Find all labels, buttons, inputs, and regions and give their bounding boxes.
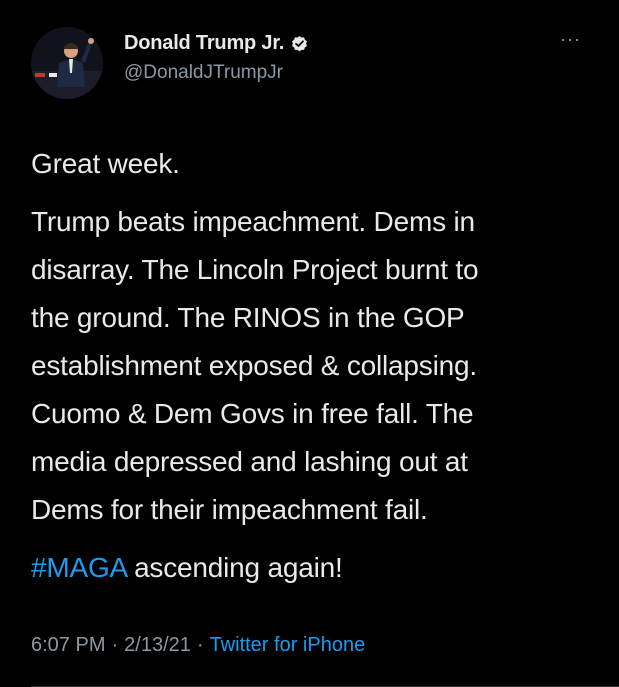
avatar[interactable] — [31, 27, 103, 99]
tweet-paragraph-3-text: ascending again! — [126, 552, 343, 583]
tweet-time[interactable]: 6:07 PM — [31, 634, 105, 657]
verified-badge-icon — [290, 34, 309, 53]
tweet-line: disarray. The Lincoln Project burnt to — [31, 254, 479, 285]
hashtag-link[interactable]: #MAGA — [31, 552, 127, 583]
tweet-line: Trump beats impeachment. Dems in — [31, 206, 475, 237]
tweet-line: the ground. The RINOS in the GOP — [31, 302, 465, 333]
tweet-line: Dems for their impeachment fail. — [31, 494, 428, 525]
tweet-text: Great week. Trump beats impeachment. Dem… — [31, 140, 591, 602]
name-row: Donald Trump Jr. — [124, 32, 309, 55]
more-options-icon[interactable]: ··· — [560, 30, 581, 48]
tweet-source-link[interactable]: Twitter for iPhone — [210, 634, 366, 657]
tweet-line: media depressed and lashing out at — [31, 446, 468, 477]
tweet-meta: 6:07 PM · 2/13/21 · Twitter for iPhone — [31, 634, 365, 657]
author-handle[interactable]: @DonaldJTrumpJr — [124, 62, 283, 84]
tweet-date[interactable]: 2/13/21 — [124, 634, 191, 657]
tweet-paragraph-3: #MAGA ascending again! — [31, 544, 591, 592]
avatar-image — [31, 27, 103, 99]
tweet-line: establishment exposed & collapsing. — [31, 350, 477, 381]
tweet-paragraph-1: Great week. — [31, 148, 180, 179]
tweet-line: Cuomo & Dem Govs in free fall. The — [31, 398, 474, 429]
meta-separator: · — [196, 634, 204, 656]
meta-separator: · — [111, 634, 119, 656]
author-name[interactable]: Donald Trump Jr. — [124, 32, 284, 55]
tweet-paragraph-2: Trump beats impeachment. Dems in disarra… — [31, 198, 591, 534]
tweet-card: Donald Trump Jr. @DonaldJTrumpJr ··· Gre… — [0, 0, 619, 687]
